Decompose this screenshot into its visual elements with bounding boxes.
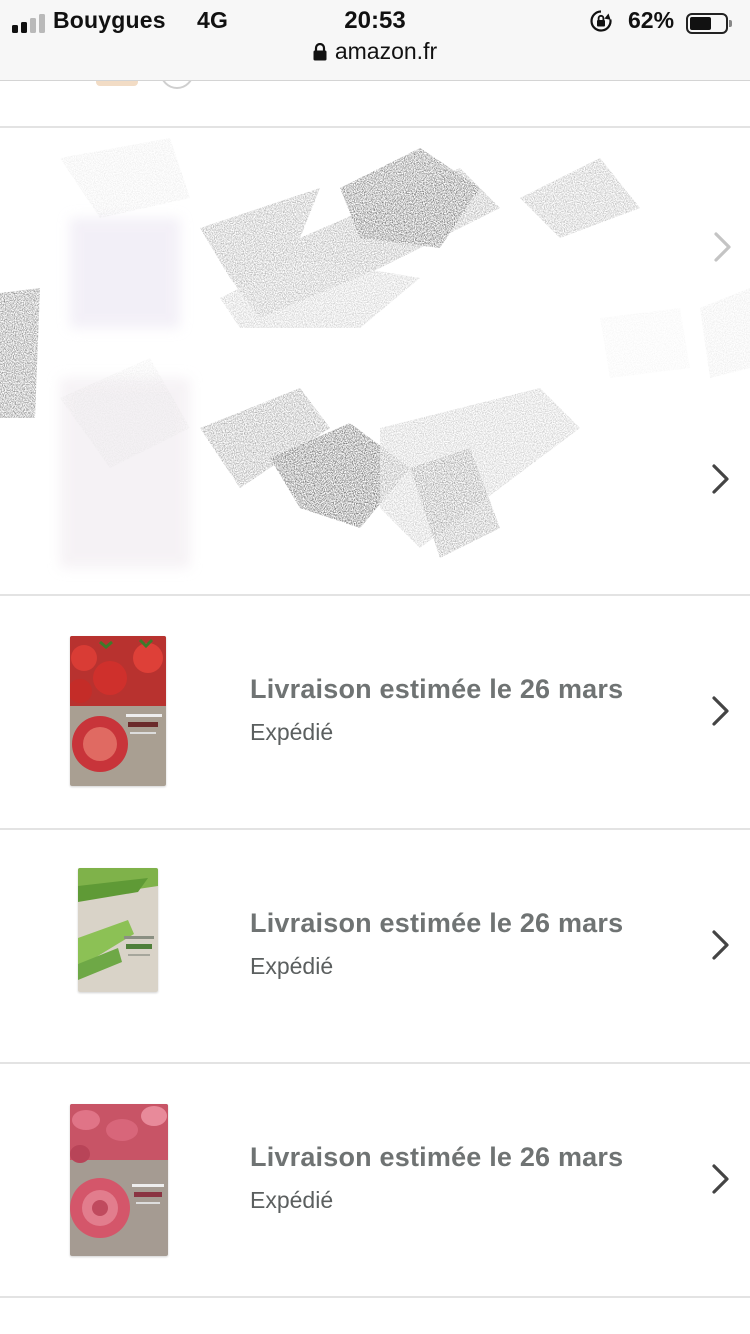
rotation-lock-icon [589,9,613,33]
delivery-estimate: Livraison estimée le 26 mars [250,674,624,704]
url-domain: amazon.fr [334,38,438,64]
product-thumbnail-aloe[interactable] [78,868,158,992]
chevron-right-icon[interactable] [710,694,732,728]
product-thumbnail-rose[interactable] [70,1104,168,1256]
battery-percentage: 62% [628,7,675,33]
order-row[interactable]: Livraison estimée le 26 mars Expédié [0,596,750,828]
chevron-right-icon[interactable] [712,230,734,264]
shipment-status: Expédié [250,719,334,745]
address-bar[interactable]: amazon.fr [0,38,750,70]
scribble-overlay [0,138,750,568]
chevron-right-icon[interactable] [710,1162,732,1196]
delivery-estimate: Livraison estimée le 26 mars [250,1142,624,1172]
browser-top-bar: Bouygues 4G 20:53 62% amazon.fr [0,0,750,81]
delivery-estimate: Livraison estimée le 26 mars [250,908,624,938]
lock-icon [313,40,327,67]
shipment-status: Expédié [250,1187,334,1213]
product-thumbnail-tomato[interactable] [70,636,166,786]
battery-icon [686,13,732,34]
order-row[interactable]: Livraison estimée le 26 mars Expédié [0,1064,750,1296]
redacted-order-area [0,128,750,594]
chevron-right-icon[interactable] [710,462,732,496]
order-row[interactable]: Livraison estimée le 26 mars Expédié [0,830,750,1062]
shipment-status: Expédié [250,953,334,979]
row-divider [0,1296,750,1298]
chevron-right-icon[interactable] [710,928,732,962]
status-bar: Bouygues 4G 20:53 62% [0,4,750,38]
